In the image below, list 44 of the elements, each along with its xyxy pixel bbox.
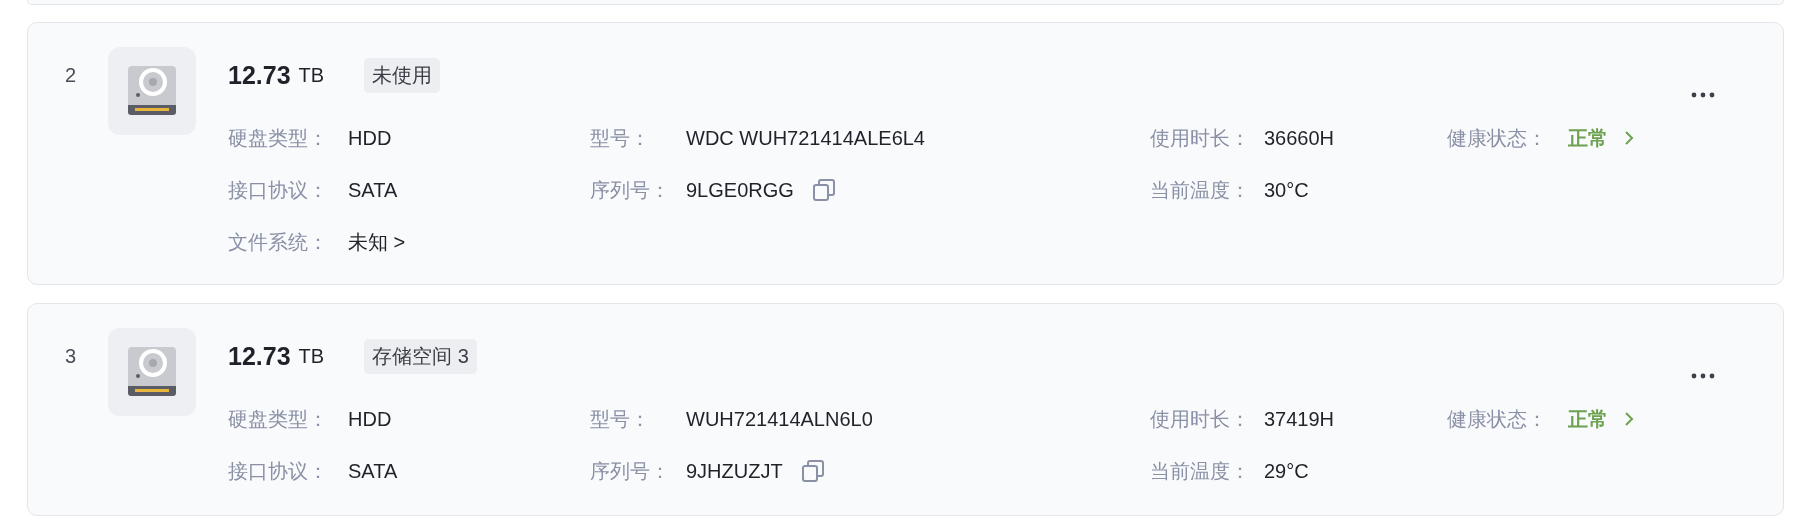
copy-icon[interactable] xyxy=(811,178,836,202)
status-tag: 存储空间 3 xyxy=(364,338,477,374)
field-label: 硬盘类型： xyxy=(228,406,329,432)
capacity-value: 12.73 xyxy=(228,60,291,90)
field-label: 健康状态： xyxy=(1447,125,1548,151)
field-label: 接口协议： xyxy=(228,458,329,484)
more-icon[interactable] xyxy=(1691,373,1715,379)
field-value: HDD xyxy=(348,407,392,431)
health-value[interactable]: 正常 xyxy=(1568,124,1608,152)
field-value: 36660H xyxy=(1264,126,1335,150)
field-label: 硬盘类型： xyxy=(228,125,329,151)
copy-icon[interactable] xyxy=(800,459,825,483)
field-label: 序列号： xyxy=(590,458,671,484)
field-value: WDC WUH721414ALE6L4 xyxy=(686,126,925,150)
field-label: 型号： xyxy=(590,406,651,432)
field-label: 文件系统： xyxy=(228,229,329,255)
field-label: 当前温度： xyxy=(1150,177,1251,203)
field-value: 37419H xyxy=(1264,407,1335,431)
field-label: 健康状态： xyxy=(1447,406,1548,432)
field-link[interactable]: 未知 > xyxy=(348,228,406,256)
field-label: 使用时长： xyxy=(1150,125,1251,151)
field-value: 30°C xyxy=(1264,178,1309,202)
field-value: SATA xyxy=(348,178,398,202)
capacity-unit: TB xyxy=(298,63,325,87)
field-value: SATA xyxy=(348,459,398,483)
field-label: 序列号： xyxy=(590,177,671,203)
disk-index: 3 xyxy=(65,344,78,369)
chevron-right-icon[interactable] xyxy=(1624,130,1634,146)
field-label: 使用时长： xyxy=(1150,406,1251,432)
disk-index: 2 xyxy=(65,63,78,88)
capacity-value: 12.73 xyxy=(228,341,291,371)
field-value: HDD xyxy=(348,126,392,150)
field-label: 接口协议： xyxy=(228,177,329,203)
capacity-unit: TB xyxy=(298,344,325,368)
more-icon[interactable] xyxy=(1691,92,1715,98)
field-value: 29°C xyxy=(1264,459,1309,483)
field-value: WUH721414ALN6L0 xyxy=(686,407,873,431)
field-label: 型号： xyxy=(590,125,651,151)
status-tag: 未使用 xyxy=(364,57,441,93)
chevron-right-icon[interactable] xyxy=(1624,411,1634,427)
field-label: 当前温度： xyxy=(1150,458,1251,484)
field-value: 9LGE0RGG xyxy=(686,178,794,202)
field-value: 9JHZUZJT xyxy=(686,459,783,483)
health-value[interactable]: 正常 xyxy=(1568,405,1608,433)
